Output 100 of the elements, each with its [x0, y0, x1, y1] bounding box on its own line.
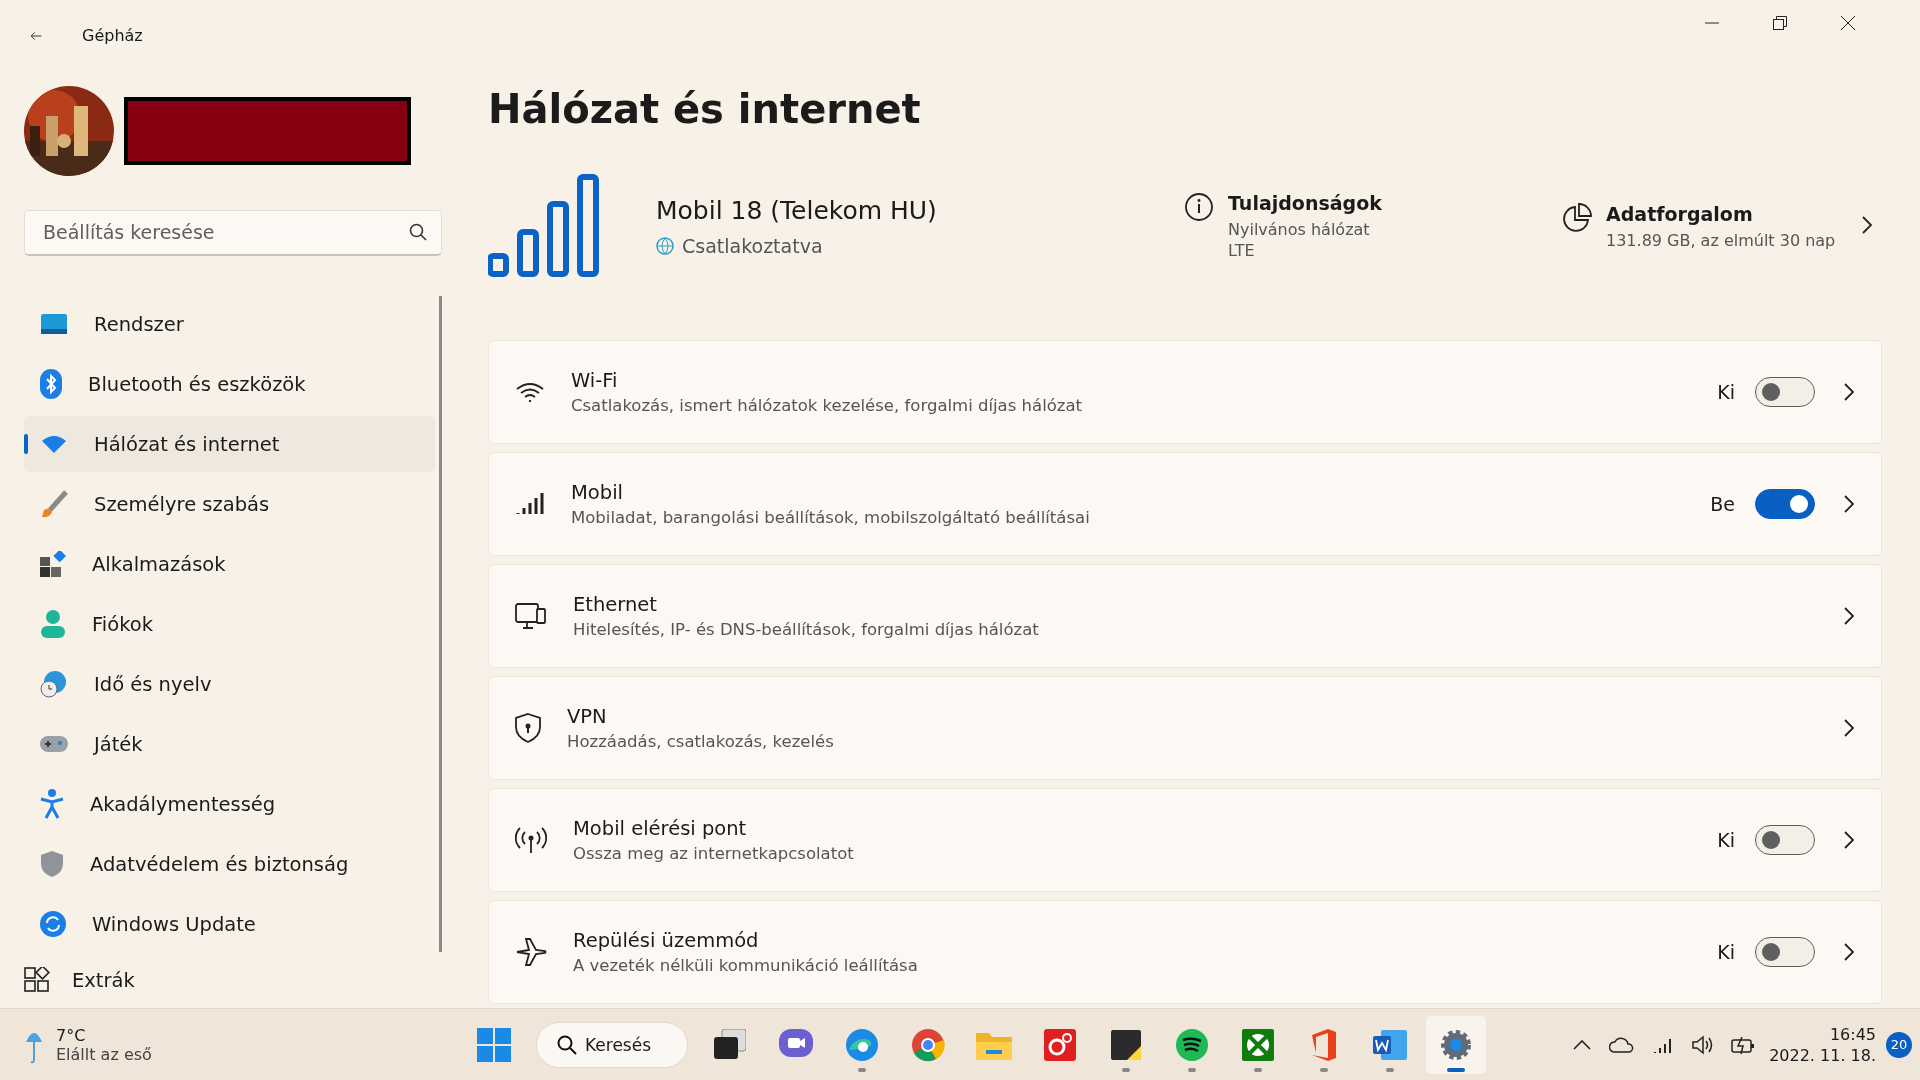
weather-temperature: 7°C	[56, 1025, 87, 1045]
airplane-icon	[515, 937, 547, 967]
setting-description: Ossza meg az internetkapcsolatot	[573, 844, 855, 863]
settings-row[interactable]: Ethernet Hitelesítés, IP- és DNS-beállítások, forgalmi díjas hálózat	[488, 564, 1882, 668]
toggle-switch[interactable]	[1755, 489, 1815, 519]
toggle-state-label: Be	[1710, 493, 1735, 515]
pie-chart-icon	[1562, 202, 1592, 233]
gamepad-icon	[40, 734, 68, 755]
paintbrush-icon	[40, 490, 68, 519]
toggle-switch[interactable]	[1755, 377, 1815, 407]
update-icon	[40, 911, 66, 938]
clock-time: 16:45	[1829, 1024, 1876, 1044]
minimize-icon	[1705, 22, 1719, 24]
window-title: Gépház	[82, 26, 143, 46]
setting-description: Csatlakozás, ismert hálózatok kezelése, forgalmi díjas hálózat	[571, 396, 1084, 415]
shield-icon	[40, 850, 64, 879]
sticky-note-icon	[1111, 1029, 1141, 1060]
chevron-up-icon	[1573, 1039, 1592, 1050]
sidebar-item[interactable]: Akadálymentesség	[24, 776, 435, 833]
chevron-right-icon	[1843, 830, 1855, 850]
sidebar-item[interactable]: Adatvédelem és biztonság	[24, 836, 435, 893]
setting-title: Repülési üzemmód	[573, 929, 760, 952]
sidebar-item[interactable]: Alkalmazások	[24, 536, 435, 593]
globe-clock-icon	[40, 670, 68, 699]
sidebar-item[interactable]: Idő és nyelv	[24, 656, 435, 713]
task-view-icon	[714, 1028, 746, 1061]
settings-row[interactable]: Mobil elérési pont Ossza meg az internetkapcsolatot Ki	[488, 788, 1882, 892]
info-icon	[1184, 192, 1214, 222]
wifi-icon	[515, 381, 545, 403]
setting-description: Hitelesítés, IP- és DNS-beállítások, forgalmi díjas hálózat	[573, 620, 1040, 639]
monitor-icon	[40, 312, 68, 337]
chevron-right-icon	[1843, 942, 1855, 962]
search-icon	[557, 1034, 577, 1055]
edge-icon	[845, 1027, 879, 1062]
computer-icon	[515, 601, 547, 631]
setting-title: VPN	[567, 705, 608, 728]
sidebar-item[interactable]: Fiókok	[24, 596, 435, 653]
person-icon	[40, 610, 66, 639]
windows-icon	[477, 1027, 511, 1062]
xbox-icon	[1242, 1028, 1274, 1061]
sidebar-item[interactable]: Hálózat és internet	[24, 416, 435, 473]
chevron-right-icon	[1843, 718, 1855, 738]
search-icon	[409, 223, 427, 242]
chrome-icon	[911, 1027, 945, 1062]
close-icon	[1841, 16, 1855, 30]
clock-date: 2022. 11. 18.	[1769, 1045, 1876, 1065]
sidebar-item[interactable]: Rendszer	[24, 296, 435, 353]
toggle-state-label: Ki	[1717, 941, 1735, 963]
data-usage-link[interactable]: Adatforgalom 131.89 GB, az elmúlt 30 nap	[1562, 202, 1882, 250]
signal-bars-icon	[515, 492, 545, 516]
setting-title: Mobil elérési pont	[573, 817, 748, 840]
sidebar-item[interactable]: Személyre szabás	[24, 476, 435, 533]
search-input[interactable]: Beállítás keresése	[41, 220, 409, 245]
notification-badge[interactable]: 20	[1886, 1031, 1912, 1058]
sidebar-item[interactable]: Windows Update	[24, 896, 435, 953]
globe-icon	[656, 236, 674, 255]
setting-title: Wi-Fi	[571, 369, 619, 392]
restore-icon	[1773, 16, 1787, 30]
settings-row[interactable]: Mobil Mobiladat, barangolási beállítások, mobilszolgáltató beállításai Be	[488, 452, 1882, 556]
widgets-icon	[24, 967, 50, 994]
settings-row[interactable]: VPN Hozzáadás, csatlakozás, kezelés	[488, 676, 1882, 780]
sidebar-item[interactable]: Extrák	[24, 952, 442, 1008]
properties-link[interactable]: Tulajdonságok Nyilvános hálózat LTE	[1184, 192, 1562, 260]
battery-charging-icon	[1731, 1034, 1756, 1055]
settings-row[interactable]: Repülési üzemmód A vezeték nélküli kommunikáció leállítása Ki	[488, 900, 1882, 1004]
sidebar-item[interactable]: Bluetooth és eszközök	[24, 356, 435, 413]
music-circle-icon	[1176, 1028, 1208, 1061]
setting-description: Mobiladat, barangolási beállítások, mobilszolgáltató beállításai	[571, 508, 1091, 527]
accessibility-icon	[40, 789, 64, 820]
apps-icon	[40, 551, 66, 578]
bluetooth-icon	[40, 369, 62, 400]
settings-icon	[1440, 1028, 1472, 1061]
chevron-right-icon	[1843, 382, 1855, 402]
setting-description: A vezeték nélküli kommunikáció leállítása	[573, 956, 919, 975]
gear-app-icon	[1044, 1028, 1076, 1061]
search-field[interactable]: Beállítás keresése	[24, 209, 442, 257]
office-icon	[1310, 1027, 1338, 1062]
toggle-switch[interactable]	[1755, 825, 1815, 855]
cloud-icon	[1609, 1036, 1636, 1053]
document-app-icon	[1373, 1029, 1407, 1060]
chevron-right-icon	[1843, 494, 1855, 514]
sidebar-item[interactable]: Játék	[24, 716, 435, 773]
chevron-right-icon	[1843, 606, 1855, 626]
wifi-icon	[40, 434, 68, 455]
speaker-icon	[1691, 1034, 1714, 1055]
weather-condition: Elállt az eső	[56, 1044, 152, 1064]
shield-icon	[515, 713, 541, 743]
toggle-state-label: Ki	[1717, 829, 1735, 851]
hotspot-icon	[515, 826, 547, 854]
toggle-state-label: Ki	[1717, 381, 1735, 403]
chevron-right-icon	[1861, 214, 1874, 235]
connection-status: Csatlakoztatva	[682, 234, 823, 257]
setting-title: Mobil	[571, 481, 624, 504]
toggle-switch[interactable]	[1755, 937, 1815, 967]
setting-description: Hozzáadás, csatlakozás, kezelés	[567, 732, 835, 751]
setting-title: Ethernet	[573, 593, 658, 616]
connection-name: Mobil 18 (Telekom HU)	[656, 195, 937, 225]
settings-row[interactable]: Wi-Fi Csatlakozás, ismert hálózatok kezelése, forgalmi díjas hálózat Ki	[488, 340, 1882, 444]
page-title: Hálózat és internet	[488, 86, 922, 132]
taskbar-search-button[interactable]: Keresés	[536, 1021, 688, 1068]
